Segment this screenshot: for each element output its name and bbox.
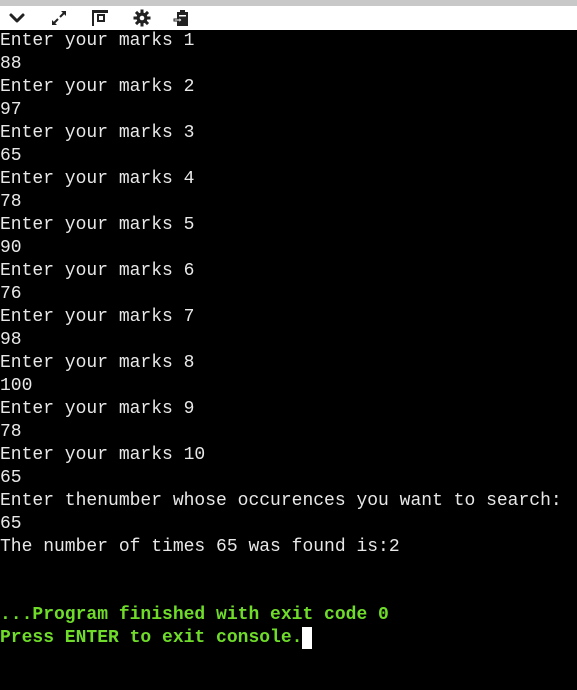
output-line: Enter your marks 2 xyxy=(0,77,195,97)
exit-code-message: ...Program finished with exit code 0 xyxy=(0,605,389,625)
output-line: 98 xyxy=(0,330,22,350)
output-line: Enter your marks 4 xyxy=(0,169,195,189)
chevron-down-icon[interactable] xyxy=(8,9,26,27)
output-line: Enter your marks 6 xyxy=(0,261,195,281)
output-line: 65 xyxy=(0,514,22,534)
output-line: 97 xyxy=(0,100,22,120)
output-line: 100 xyxy=(0,376,33,396)
output-line: Enter your marks 5 xyxy=(0,215,195,235)
gear-icon[interactable] xyxy=(133,9,151,27)
output-line: 76 xyxy=(0,284,22,304)
press-enter-line: Press ENTER to exit console. xyxy=(0,627,313,650)
console-toolbar xyxy=(0,6,577,30)
console-window: Enter your marks 1 88 Enter your marks 2… xyxy=(0,0,577,690)
output-line: Enter your marks 8 xyxy=(0,353,195,373)
output-line: 90 xyxy=(0,238,22,258)
press-enter-text: Press ENTER to exit console. xyxy=(0,628,303,648)
output-line: Enter your marks 7 xyxy=(0,307,195,327)
clipboard-icon[interactable] xyxy=(173,9,191,27)
output-line: Enter your marks 10 xyxy=(0,445,206,465)
output-line: 78 xyxy=(0,422,22,442)
output-line: Enter your marks 3 xyxy=(0,123,195,143)
output-line: 88 xyxy=(0,54,22,74)
output-line: 65 xyxy=(0,146,22,166)
output-line: 78 xyxy=(0,192,22,212)
output-line: 65 xyxy=(0,468,22,488)
text-cursor xyxy=(302,627,313,649)
layout-icon[interactable] xyxy=(91,9,109,27)
output-line: Enter thenumber whose occurences you wan… xyxy=(0,491,562,511)
output-line: Enter your marks 9 xyxy=(0,399,195,419)
expand-icon[interactable] xyxy=(50,9,68,27)
output-line: The number of times 65 was found is:2 xyxy=(0,537,400,557)
output-line: Enter your marks 1 xyxy=(0,31,195,51)
console-output[interactable]: Enter your marks 1 88 Enter your marks 2… xyxy=(0,30,577,690)
